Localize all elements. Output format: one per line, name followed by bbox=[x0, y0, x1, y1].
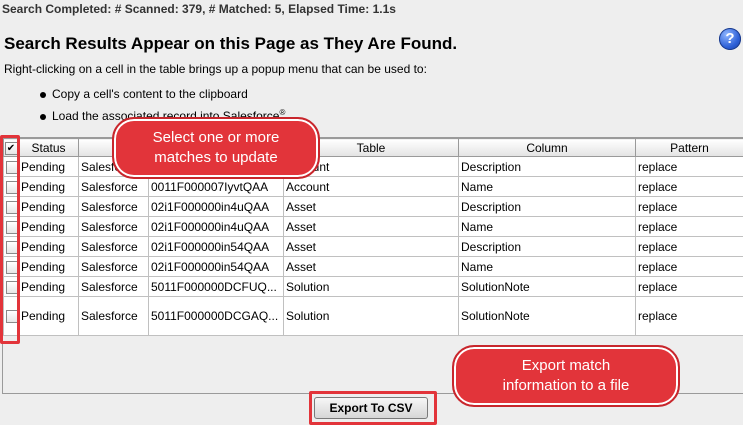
callout-export-info: Export matchinformation to a file bbox=[452, 345, 680, 407]
cell-column[interactable]: Description bbox=[459, 237, 636, 257]
cell-pattern[interactable]: replace bbox=[636, 277, 743, 297]
cell-table[interactable]: Asset bbox=[284, 217, 459, 237]
column-header-pattern[interactable]: Pattern bbox=[636, 139, 743, 157]
cell-column[interactable]: Name bbox=[459, 217, 636, 237]
cell-id[interactable]: 02i1F000000in54QAA bbox=[149, 237, 284, 257]
table-row[interactable]: Pending Salesforce 0011F000007IyvtQAA Ac… bbox=[4, 177, 743, 197]
cell-pattern[interactable]: replace bbox=[636, 257, 743, 277]
cell-source[interactable]: Salesforce bbox=[79, 197, 149, 217]
cell-id[interactable]: 5011F000000DCFUQ... bbox=[149, 277, 284, 297]
cell-id[interactable]: 02i1F000000in4uQAA bbox=[149, 197, 284, 217]
callout-select-matches: Select one or morematches to update bbox=[112, 117, 320, 179]
instructions-text: Right-clicking on a cell in the table br… bbox=[4, 62, 427, 76]
bullet-copy-cell: Copy a cell's content to the clipboard bbox=[40, 87, 248, 101]
cell-source[interactable]: Salesforce bbox=[79, 277, 149, 297]
cell-status[interactable]: Pending bbox=[19, 217, 79, 237]
cell-column[interactable]: SolutionNote bbox=[459, 277, 636, 297]
cell-source[interactable]: Salesforce bbox=[79, 217, 149, 237]
column-header-status[interactable]: Status bbox=[19, 139, 79, 157]
cell-column[interactable]: Description bbox=[459, 197, 636, 217]
cell-source[interactable]: Salesforce bbox=[79, 297, 149, 336]
cell-status[interactable]: Pending bbox=[19, 197, 79, 217]
cell-table[interactable]: Solution bbox=[284, 277, 459, 297]
cell-column[interactable]: Description bbox=[459, 157, 636, 177]
cell-status[interactable]: Pending bbox=[19, 277, 79, 297]
cell-pattern[interactable]: replace bbox=[636, 177, 743, 197]
cell-column[interactable]: Name bbox=[459, 177, 636, 197]
cell-table[interactable]: Asset bbox=[284, 197, 459, 217]
cell-id[interactable]: 5011F000000DCGAQ... bbox=[149, 297, 284, 336]
cell-pattern[interactable]: replace bbox=[636, 237, 743, 257]
cell-id[interactable]: 0011F000007IyvtQAA bbox=[149, 177, 284, 197]
table-row[interactable]: Pending Salesforce 02i1F000000in4uQAA As… bbox=[4, 197, 743, 217]
cell-column[interactable]: Name bbox=[459, 257, 636, 277]
table-row[interactable]: Pending Salesforce 5011F000000DCFUQ... S… bbox=[4, 277, 743, 297]
cell-status[interactable]: Pending bbox=[19, 237, 79, 257]
column-header-column[interactable]: Column bbox=[459, 139, 636, 157]
cell-table[interactable]: Asset bbox=[284, 257, 459, 277]
bullet-dot-icon bbox=[40, 92, 46, 98]
cell-pattern[interactable]: replace bbox=[636, 197, 743, 217]
cell-source[interactable]: Salesforce bbox=[79, 237, 149, 257]
cell-status[interactable]: Pending bbox=[19, 297, 79, 336]
help-icon[interactable]: ? bbox=[719, 28, 741, 50]
cell-pattern[interactable]: replace bbox=[636, 217, 743, 237]
cell-table[interactable]: Solution bbox=[284, 297, 459, 336]
cell-status[interactable]: Pending bbox=[19, 257, 79, 277]
cell-table[interactable]: Account bbox=[284, 177, 459, 197]
cell-source[interactable]: Salesforce bbox=[79, 177, 149, 197]
cell-pattern[interactable]: replace bbox=[636, 157, 743, 177]
cell-source[interactable]: Salesforce bbox=[79, 257, 149, 277]
cell-pattern[interactable]: replace bbox=[636, 297, 743, 336]
cell-column[interactable]: SolutionNote bbox=[459, 297, 636, 336]
bullet-dot-icon bbox=[40, 114, 46, 120]
cell-id[interactable]: 02i1F000000in54QAA bbox=[149, 257, 284, 277]
table-row[interactable]: Pending Salesforce 02i1F000000in54QAA As… bbox=[4, 237, 743, 257]
export-button-highlight bbox=[309, 391, 437, 425]
table-row[interactable]: Pending Salesforce 5011F000000DCGAQ... S… bbox=[4, 297, 743, 336]
table-row[interactable]: Pending Salesforce 02i1F000000in54QAA As… bbox=[4, 257, 743, 277]
cell-status[interactable]: Pending bbox=[19, 157, 79, 177]
cell-table[interactable]: Asset bbox=[284, 237, 459, 257]
search-status-line: Search Completed: # Scanned: 379, # Matc… bbox=[2, 2, 396, 16]
cell-status[interactable]: Pending bbox=[19, 177, 79, 197]
page-heading: Search Results Appear on this Page as Th… bbox=[4, 34, 457, 54]
checkbox-column-highlight bbox=[0, 135, 20, 344]
cell-id[interactable]: 02i1F000000in4uQAA bbox=[149, 217, 284, 237]
table-row[interactable]: Pending Salesforce 02i1F000000in4uQAA As… bbox=[4, 217, 743, 237]
